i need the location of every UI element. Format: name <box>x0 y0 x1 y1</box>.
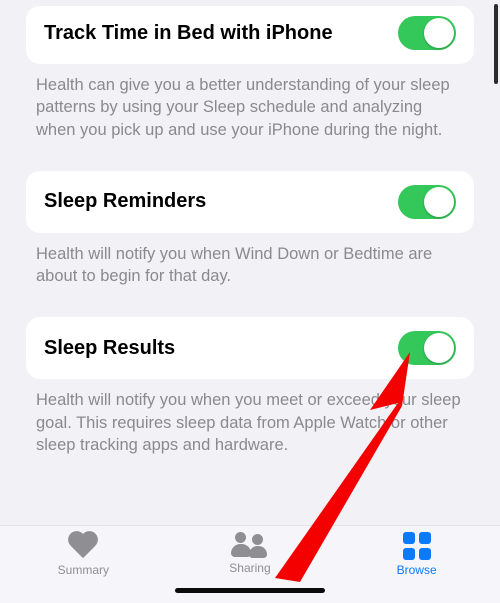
setting-description: Health will notify you when you meet or … <box>26 379 474 474</box>
heart-icon <box>67 532 99 560</box>
setting-row-sleep-reminders: Sleep Reminders <box>26 171 474 233</box>
toggle-knob <box>424 333 454 363</box>
setting-title: Sleep Reminders <box>44 189 206 214</box>
setting-description: Health will notify you when Wind Down or… <box>26 233 474 306</box>
toggle-knob <box>424 18 454 48</box>
settings-scroll-area[interactable]: Track Time in Bed with iPhone Health can… <box>0 0 500 525</box>
tab-label: Browse <box>397 563 437 577</box>
setting-row-sleep-results: Sleep Results <box>26 317 474 379</box>
toggle-sleep-reminders[interactable] <box>398 185 456 219</box>
tab-label: Sharing <box>229 561 270 575</box>
setting-title: Track Time in Bed with iPhone <box>44 21 333 46</box>
tab-browse[interactable]: Browse <box>357 532 477 577</box>
home-indicator[interactable] <box>175 588 325 593</box>
scroll-indicator[interactable] <box>494 4 498 84</box>
tab-summary[interactable]: Summary <box>23 532 143 577</box>
setting-title: Sleep Results <box>44 336 175 361</box>
tab-label: Summary <box>58 563 109 577</box>
toggle-knob <box>424 187 454 217</box>
grid-icon <box>403 532 431 560</box>
people-icon <box>231 532 269 558</box>
setting-description: Health can give you a better understandi… <box>26 64 474 159</box>
toggle-track-time-in-bed[interactable] <box>398 16 456 50</box>
setting-row-track-time-in-bed: Track Time in Bed with iPhone <box>26 6 474 64</box>
toggle-sleep-results[interactable] <box>398 331 456 365</box>
tab-sharing[interactable]: Sharing <box>190 532 310 575</box>
